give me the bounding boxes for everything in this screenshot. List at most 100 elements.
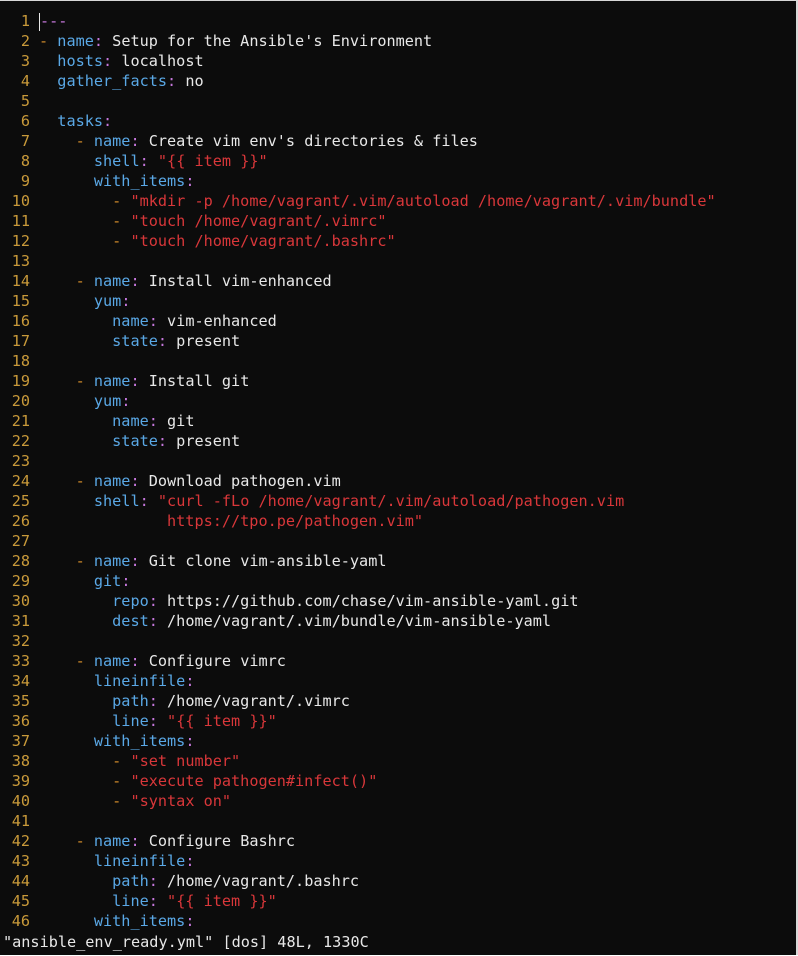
line-content: - name: Install vim-enhanced (30, 271, 332, 291)
code-line[interactable]: 12 - "touch /home/vagrant/.bashrc" (0, 231, 796, 251)
line-content: - name: Configure Bashrc (30, 831, 295, 851)
line-content: git: (30, 571, 131, 591)
yaml-colon: : (148, 412, 158, 430)
line-content: - "touch /home/vagrant/.bashrc" (30, 231, 395, 251)
code-line[interactable]: 8 shell: "{{ item }}" (0, 151, 796, 171)
code-line[interactable]: 4 gather_facts: no (0, 71, 796, 91)
list-dash: - (75, 272, 94, 290)
line-content: - "touch /home/vagrant/.vimrc" (30, 211, 386, 231)
code-line[interactable]: 17 state: present (0, 331, 796, 351)
yaml-colon: : (121, 392, 131, 410)
code-line[interactable]: 45 line: "{{ item }}" (0, 891, 796, 911)
code-line[interactable]: 23 (0, 451, 796, 471)
line-content: - "execute pathogen#infect()" (30, 771, 377, 791)
yaml-text: Download pathogen.vim (139, 472, 341, 490)
yaml-colon: : (139, 492, 149, 510)
line-content: - name: Git clone vim-ansible-yaml (30, 551, 387, 571)
code-line[interactable]: 11 - "touch /home/vagrant/.vimrc" (0, 211, 796, 231)
yaml-key: name (93, 552, 131, 570)
line-content: with_items: (30, 171, 195, 191)
code-line[interactable]: 42 - name: Configure Bashrc (0, 831, 796, 851)
yaml-text (149, 152, 158, 170)
code-line[interactable]: 19 - name: Install git (0, 371, 796, 391)
line-content: shell: "{{ item }}" (30, 151, 268, 171)
yaml-key: name (93, 272, 131, 290)
line-content: name: vim-enhanced (30, 311, 277, 331)
line-content: lineinfile: (30, 851, 195, 871)
yaml-text: Install vim-enhanced (139, 272, 332, 290)
code-line[interactable]: 41 (0, 811, 796, 831)
code-line[interactable]: 24 - name: Download pathogen.vim (0, 471, 796, 491)
yaml-string: "touch /home/vagrant/.vimrc" (130, 212, 387, 230)
code-line[interactable]: 2- name: Setup for the Ansible's Environ… (0, 31, 796, 51)
yaml-key: repo (112, 592, 149, 610)
yaml-key: line (112, 712, 149, 730)
code-line[interactable]: 20 yum: (0, 391, 796, 411)
line-content: - name: Create vim env's directories & f… (30, 131, 478, 151)
yaml-string: "{{ item }}" (167, 712, 277, 730)
code-line[interactable]: 21 name: git (0, 411, 796, 431)
code-line[interactable]: 35 path: /home/vagrant/.vimrc (0, 691, 796, 711)
code-line[interactable]: 36 line: "{{ item }}" (0, 711, 796, 731)
code-line[interactable]: 25 shell: "curl -fLo /home/vagrant/.vim/… (0, 491, 796, 511)
line-number: 37 (11, 732, 30, 750)
code-line[interactable]: 29 git: (0, 571, 796, 591)
line-content: with_items: (30, 731, 195, 751)
yaml-text (158, 712, 167, 730)
yaml-text: /home/vagrant/.vimrc (157, 692, 350, 710)
code-line[interactable]: 16 name: vim-enhanced (0, 311, 796, 331)
yaml-text (39, 412, 112, 430)
yaml-text: Create vim env's directories & files (139, 132, 478, 150)
code-line[interactable]: 33 - name: Configure vimrc (0, 651, 796, 671)
code-line[interactable]: 18 (0, 351, 796, 371)
yaml-text: present (167, 332, 241, 350)
yaml-colon: : (185, 852, 195, 870)
code-line[interactable]: 3 hosts: localhost (0, 51, 796, 71)
yaml-key: with_items (93, 912, 186, 930)
code-line[interactable]: 31 dest: /home/vagrant/.vim/bundle/vim-a… (0, 611, 796, 631)
yaml-text: Install git (139, 372, 250, 390)
line-number: 19 (11, 372, 30, 390)
code-line[interactable]: 39 - "execute pathogen#infect()" (0, 771, 796, 791)
code-line[interactable]: 22 state: present (0, 431, 796, 451)
code-line[interactable]: 44 path: /home/vagrant/.bashrc (0, 871, 796, 891)
code-line[interactable]: 13 (0, 251, 796, 271)
yaml-text (39, 572, 94, 590)
list-dash: - (112, 212, 131, 230)
code-line[interactable]: 15 yum: (0, 291, 796, 311)
code-line[interactable]: 5 (0, 91, 796, 111)
code-line[interactable]: 38 - "set number" (0, 751, 796, 771)
code-line[interactable]: 9 with_items: (0, 171, 796, 191)
code-line[interactable]: 1 --- (0, 11, 796, 31)
line-content: gather_facts: no (30, 71, 203, 91)
vim-editor-buffer[interactable]: 1 --- 2- name: Setup for the Ansible's Env… (0, 11, 796, 931)
code-line[interactable]: 28 - name: Git clone vim-ansible-yaml (0, 551, 796, 571)
code-line[interactable]: 43 lineinfile: (0, 851, 796, 871)
yaml-text (39, 912, 94, 930)
code-line[interactable]: 37 with_items: (0, 731, 796, 751)
yaml-key: name (57, 32, 94, 50)
line-number: 35 (11, 692, 30, 710)
line-number: 23 (11, 452, 30, 470)
line-content: shell: "curl -fLo /home/vagrant/.vim/aut… (30, 491, 624, 511)
code-line[interactable]: 34 lineinfile: (0, 671, 796, 691)
code-line[interactable]: 46 with_items: (0, 911, 796, 931)
code-line[interactable]: 32 (0, 631, 796, 651)
code-line[interactable]: 14 - name: Install vim-enhanced (0, 271, 796, 291)
yaml-string: "curl -fLo /home/vagrant/.vim/autoload/p… (157, 492, 625, 510)
line-number: 33 (11, 652, 30, 670)
code-line[interactable]: 27 (0, 531, 796, 551)
line-content (30, 351, 39, 371)
yaml-key: git (93, 572, 122, 590)
list-dash: - (112, 772, 131, 790)
line-number: 46 (11, 912, 30, 930)
code-line[interactable]: 7 - name: Create vim env's directories &… (0, 131, 796, 151)
code-line[interactable]: 30 repo: https://github.com/chase/vim-an… (0, 591, 796, 611)
code-line[interactable]: 26 https://tpo.pe/pathogen.vim" (0, 511, 796, 531)
code-line[interactable]: 40 - "syntax on" (0, 791, 796, 811)
line-number: 7 (20, 132, 30, 150)
line-number: 44 (11, 872, 30, 890)
yaml-key: yum (93, 292, 122, 310)
code-line[interactable]: 10 - "mkdir -p /home/vagrant/.vim/autolo… (0, 191, 796, 211)
code-line[interactable]: 6 tasks: (0, 111, 796, 131)
